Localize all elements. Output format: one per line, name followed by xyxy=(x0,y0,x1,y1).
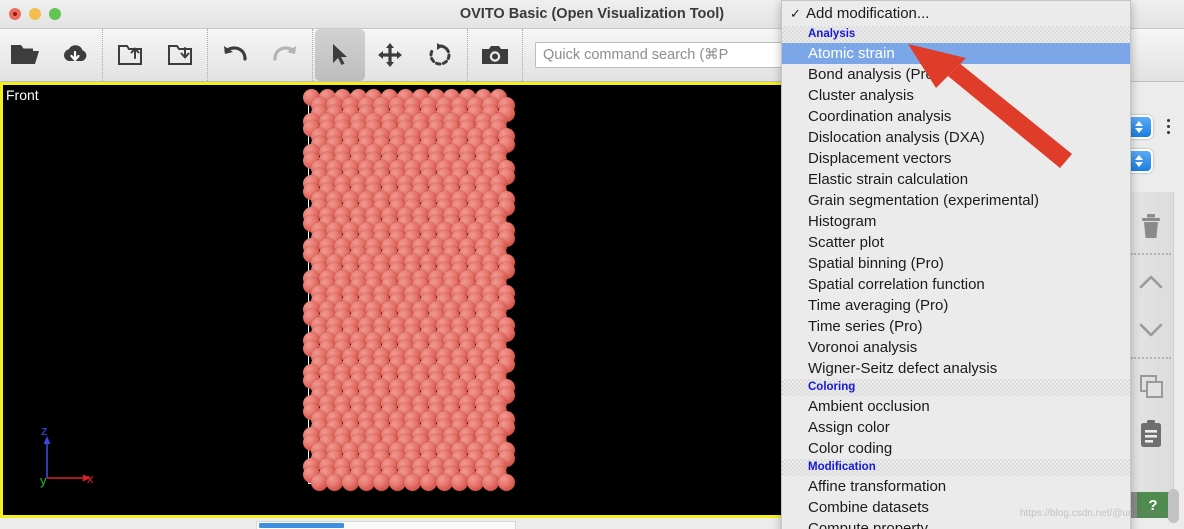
toolbar-separator xyxy=(522,29,523,81)
particle xyxy=(420,473,437,491)
svg-text:x: x xyxy=(87,471,94,486)
menu-item-bond-analysis-pro[interactable]: Bond analysis (Pro) xyxy=(782,64,1130,85)
particle xyxy=(357,473,375,491)
check-icon: ✓ xyxy=(790,6,801,21)
menu-section-modification: Modification xyxy=(782,459,1130,476)
toolbar-separator xyxy=(312,29,313,81)
menu-item-ambient-occlusion[interactable]: Ambient occlusion xyxy=(782,396,1130,417)
particle xyxy=(404,473,422,491)
duplicate-button[interactable] xyxy=(1129,362,1173,410)
pipeline-toolbar xyxy=(1128,192,1174,492)
menu-item-grain-segmentation-experimental[interactable]: Grain segmentation (experimental) xyxy=(782,190,1130,211)
app-window: OVITO Basic (Open Visualization Tool) Qu… xyxy=(0,0,1184,529)
menu-item-affine-transformation[interactable]: Affine transformation xyxy=(782,476,1130,497)
particle xyxy=(388,473,406,491)
menu-body: Analysis Atomic strain Bond analysis (Pro)… xyxy=(782,26,1130,529)
open-file-icon[interactable] xyxy=(0,29,50,81)
import-remote-icon[interactable] xyxy=(50,29,100,81)
menu-item-atomic-strain[interactable]: Atomic strain xyxy=(782,43,1130,64)
particle xyxy=(326,473,344,491)
add-modification-menu: ✓ Add modification... Analysis Atomic str… xyxy=(781,0,1131,529)
viewport-container: Front z x y xyxy=(0,82,786,518)
menu-section-coloring: Coloring xyxy=(782,379,1130,396)
load-session-icon[interactable] xyxy=(155,29,205,81)
menu-item-time-averaging-pro[interactable]: Time averaging (Pro) xyxy=(782,295,1130,316)
kebab-menu[interactable] xyxy=(1167,119,1170,134)
move-down-button[interactable] xyxy=(1129,306,1173,354)
animation-timeline-slider[interactable] xyxy=(259,523,344,528)
particle xyxy=(435,473,453,491)
delete-modifier-button[interactable] xyxy=(1129,202,1173,250)
front-viewport[interactable]: Front z x y xyxy=(3,85,783,515)
particle-field xyxy=(3,85,783,515)
menu-item-dislocation-analysis-dxa[interactable]: Dislocation analysis (DXA) xyxy=(782,127,1130,148)
toolbar-separator xyxy=(467,29,468,81)
menu-header-label: Add modification... xyxy=(806,5,930,22)
panel-scrollbar-knob[interactable] xyxy=(1168,489,1179,523)
menu-item-scatter-plot[interactable]: Scatter plot xyxy=(782,232,1130,253)
particle xyxy=(373,473,391,491)
menu-item-elastic-strain-calculation[interactable]: Elastic strain calculation xyxy=(782,169,1130,190)
menu-section-analysis: Analysis xyxy=(782,26,1130,43)
menu-item-time-series-pro[interactable]: Time series (Pro) xyxy=(782,316,1130,337)
particle xyxy=(466,473,484,491)
axis-tripod: z x y xyxy=(40,423,94,488)
select-tool-icon[interactable] xyxy=(315,29,365,81)
menu-item-color-coding[interactable]: Color coding xyxy=(782,438,1130,459)
menu-item-compute-property[interactable]: Compute property xyxy=(782,518,1130,529)
svg-text:z: z xyxy=(41,423,48,438)
particle xyxy=(451,473,469,491)
toolbar-separator xyxy=(102,29,103,81)
watermark-text: https://blog.csdn.net/@unicrocpt xyxy=(1020,508,1164,519)
paste-button[interactable] xyxy=(1129,410,1173,458)
toolbar-divider xyxy=(1131,253,1171,255)
undo-icon[interactable] xyxy=(210,29,260,81)
orbit-tool-icon[interactable] xyxy=(415,29,465,81)
menu-item-histogram[interactable]: Histogram xyxy=(782,211,1130,232)
menu-header[interactable]: ✓ Add modification... xyxy=(782,1,1130,26)
redo-icon xyxy=(260,29,310,81)
svg-text:y: y xyxy=(40,473,47,488)
save-session-icon[interactable] xyxy=(105,29,155,81)
menu-item-assign-color[interactable]: Assign color xyxy=(782,417,1130,438)
menu-item-voronoi-analysis[interactable]: Voronoi analysis xyxy=(782,337,1130,358)
menu-item-coordination-analysis[interactable]: Coordination analysis xyxy=(782,106,1130,127)
toolbar-separator xyxy=(207,29,208,81)
move-up-button[interactable] xyxy=(1129,258,1173,306)
particle xyxy=(482,473,500,491)
menu-item-displacement-vectors[interactable]: Displacement vectors xyxy=(782,148,1130,169)
menu-item-wigner-seitz-defect-analysis[interactable]: Wigner-Seitz defect analysis xyxy=(782,358,1130,379)
particle xyxy=(342,473,359,491)
pan-tool-icon[interactable] xyxy=(365,29,415,81)
menu-item-cluster-analysis[interactable]: Cluster analysis xyxy=(782,85,1130,106)
menu-item-spatial-binning-pro[interactable]: Spatial binning (Pro) xyxy=(782,253,1130,274)
particle xyxy=(498,473,515,491)
particle xyxy=(310,473,328,491)
toolbar-divider xyxy=(1131,357,1171,359)
render-tool-icon[interactable] xyxy=(470,29,520,81)
menu-item-spatial-correlation-function[interactable]: Spatial correlation function xyxy=(782,274,1130,295)
